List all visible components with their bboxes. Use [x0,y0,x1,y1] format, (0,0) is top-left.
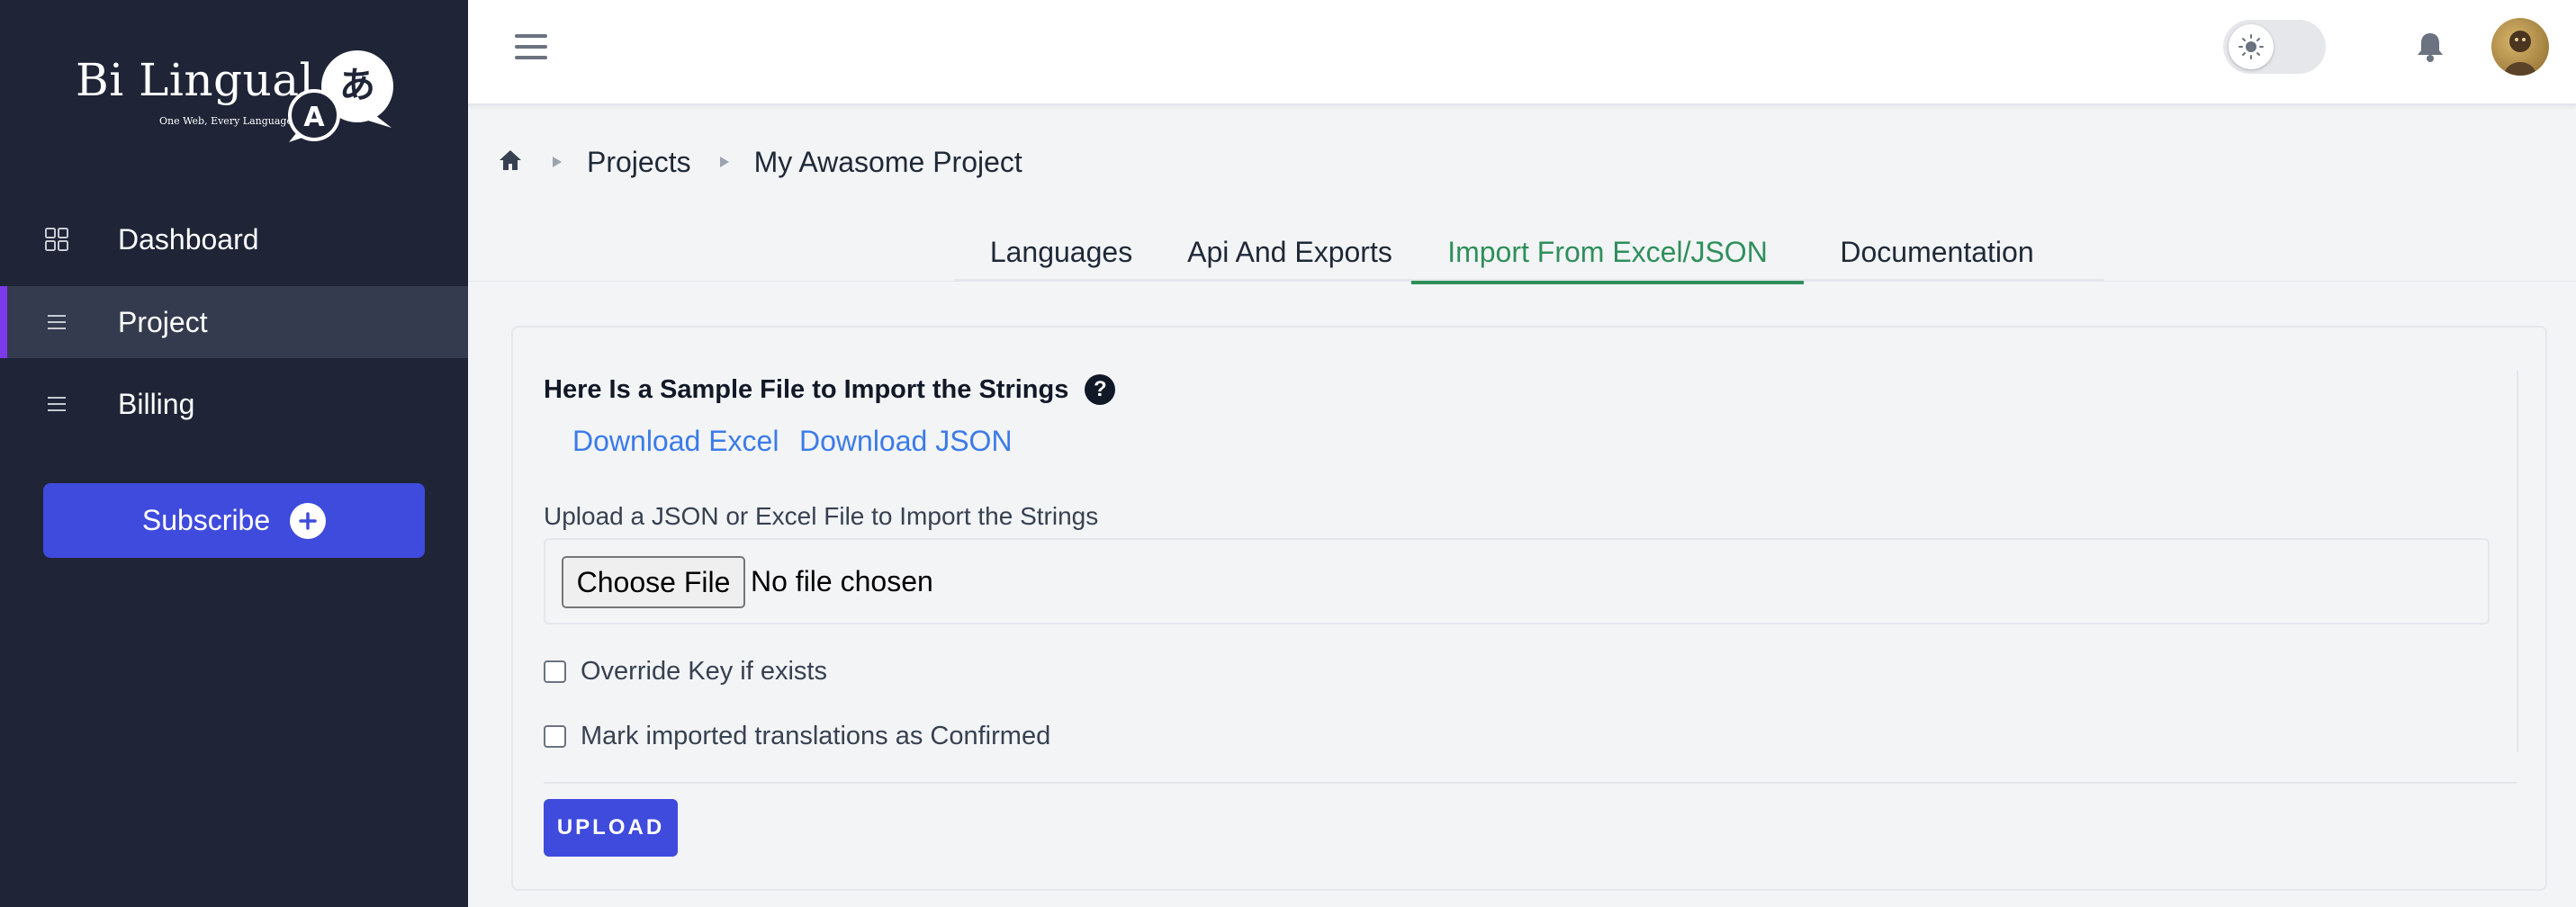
sidebar-item-billing[interactable]: Billing [0,368,468,440]
home-icon[interactable] [497,147,524,178]
logo[interactable]: Bi Lingual One Web, Every Language あ A [74,45,398,148]
logo-title: Bi Lingual [76,54,315,106]
choose-file-button[interactable]: Choose File [562,556,745,608]
card-divider [544,782,2517,784]
subscribe-button[interactable]: Subscribe [43,483,425,558]
chevron-right-icon [719,157,729,167]
override-key-checkbox[interactable] [544,660,566,683]
grid-icon [43,226,70,253]
sidebar: Bi Lingual One Web, Every Language あ A D… [0,0,468,907]
tab-bar: Languages Api And Exports Import From Ex… [954,223,2104,284]
theme-toggle[interactable] [2223,20,2326,74]
avatar[interactable] [2491,18,2549,76]
card-scroll-edge [2517,371,2518,752]
sidebar-item-dashboard[interactable]: Dashboard [0,203,468,275]
menu-toggle-icon[interactable] [513,29,549,65]
topbar [468,0,2576,105]
sidebar-item-label: Dashboard [118,222,259,256]
tab-documentation[interactable]: Documentation [1804,223,2070,282]
chevron-right-icon [553,157,562,167]
translate-logo-icon: あ A [288,50,393,142]
tab-api-and-exports[interactable]: Api And Exports [1168,223,1411,282]
breadcrumb: Projects My Awasome Project [497,144,1022,180]
download-excel-link[interactable]: Download Excel [572,425,779,458]
list-icon [43,391,70,418]
mark-confirmed-label: Mark imported translations as Confirmed [581,722,1051,750]
sidebar-item-project[interactable]: Project [0,286,468,358]
upload-file-label: Upload a JSON or Excel File to Import th… [544,502,1099,530]
override-key-label: Override Key if exists [581,657,827,686]
help-icon[interactable]: ? [1085,374,1116,405]
file-status: No file chosen [751,565,933,597]
logo-tagline: One Web, Every Language [159,115,293,127]
tab-languages[interactable]: Languages [954,223,1168,282]
sidebar-item-label: Project [118,305,208,338]
mark-confirmed-option[interactable]: Mark imported translations as Confirmed [544,722,1050,751]
sun-icon [2229,24,2274,69]
tab-import-from-excel-json[interactable]: Import From Excel/JSON [1411,223,1804,284]
sidebar-item-label: Billing [118,387,195,420]
upload-button[interactable]: UPLOAD [544,799,678,857]
import-card: Here Is a Sample File to Import the Stri… [511,326,2547,891]
download-json-link[interactable]: Download JSON [799,425,1013,458]
file-input[interactable]: Choose File No file chosen [544,538,2490,624]
plus-icon [290,502,327,539]
breadcrumb-current-project: My Awasome Project [753,145,1022,178]
list-icon [43,309,70,336]
mark-confirmed-checkbox[interactable] [544,725,566,748]
sample-file-heading: Here Is a Sample File to Import the Stri… [544,374,1116,405]
bell-icon[interactable] [2412,29,2448,65]
svg-text:あ: あ [339,65,375,106]
sample-file-title: Here Is a Sample File to Import the Stri… [544,374,1069,404]
override-key-option[interactable]: Override Key if exists [544,657,827,687]
breadcrumb-projects[interactable]: Projects [587,146,691,179]
svg-text:A: A [303,102,325,133]
subscribe-label: Subscribe [141,504,271,536]
